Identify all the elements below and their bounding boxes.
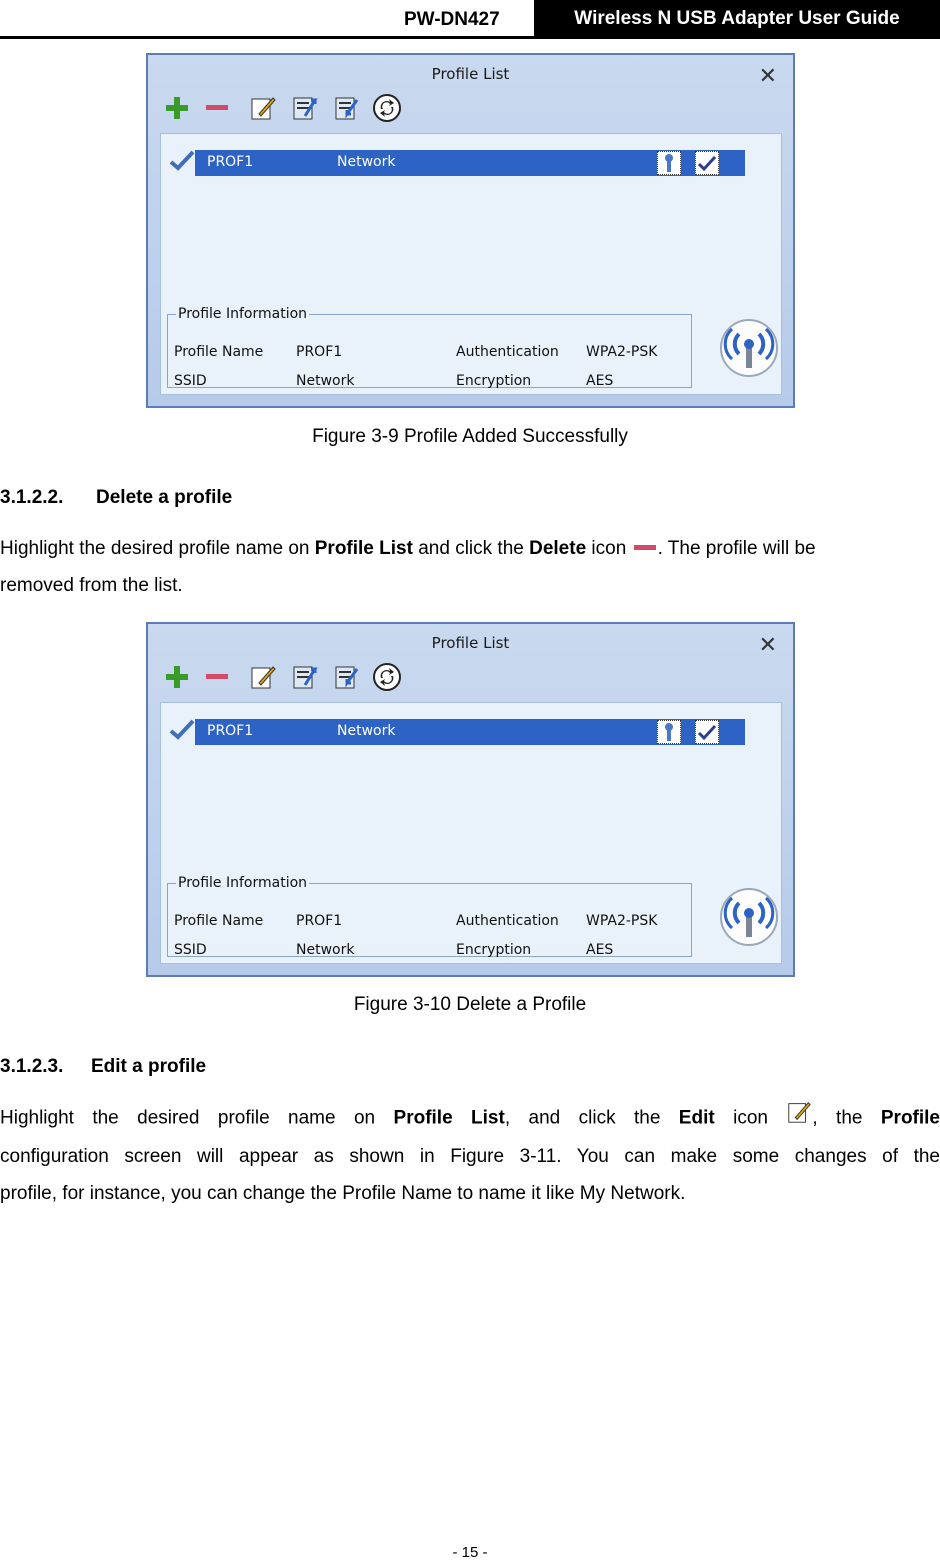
profile-row[interactable]: PROF1 Network: [195, 150, 745, 176]
wireless-signal-icon[interactable]: [719, 318, 779, 378]
encryption-label: Encryption: [456, 373, 532, 389]
header-title: Wireless N USB Adapter User Guide: [534, 0, 940, 37]
window-titlebar: Profile List ✕: [148, 624, 793, 664]
header-rule: [0, 36, 940, 39]
authentication-value: WPA2-PSK: [586, 913, 658, 929]
authentication-value: WPA2-PSK: [586, 344, 658, 360]
text-run: , and click the: [504, 1107, 679, 1129]
export-icon[interactable]: [332, 662, 362, 692]
figure-3-9-caption: Figure 3-9 Profile Added Successfully: [312, 426, 628, 447]
ssid-value: Network: [296, 942, 355, 958]
key-icon: [657, 720, 681, 744]
profile-row-ssid: Network: [337, 723, 396, 739]
ssid-value: Network: [296, 373, 355, 389]
key-icon: [657, 151, 681, 175]
import-icon[interactable]: [290, 662, 320, 692]
profile-list-panel: PROF1 Network Profile Information Profil…: [160, 702, 782, 964]
scan-icon[interactable]: [372, 93, 402, 123]
section-heading-edit: 3.1.2.3. Edit a profile: [0, 1056, 206, 1078]
profile-row-name: PROF1: [207, 154, 254, 170]
profile-information-group: Profile Information Profile Name PROF1 A…: [167, 875, 692, 958]
edit-icon[interactable]: [248, 93, 278, 123]
text-run: icon: [714, 1107, 787, 1129]
ssid-label: SSID: [174, 942, 207, 958]
profile-row[interactable]: PROF1 Network: [195, 719, 745, 745]
ssid-label: SSID: [174, 373, 207, 389]
profile-row-name: PROF1: [207, 723, 254, 739]
profile-name-value: PROF1: [296, 344, 343, 360]
text-run: icon: [586, 538, 632, 559]
scan-icon[interactable]: [372, 662, 402, 692]
delete-paragraph: Highlight the desired profile name on Pr…: [0, 530, 940, 604]
profile-list-window-figure-3-10: Profile List ✕ PROF1 Network Profile Inf…: [146, 622, 795, 977]
page-number: - 15 -: [452, 1544, 488, 1561]
edit-icon: [786, 1099, 812, 1138]
header-model: PW-DN427: [404, 9, 500, 30]
profile-row-ssid: Network: [337, 154, 396, 170]
section-number: 3.1.2.2.: [0, 487, 64, 508]
connect-icon: [695, 720, 719, 744]
active-check-icon: [169, 717, 195, 743]
bold-run: Profile List: [314, 538, 413, 559]
profile-information-legend: Profile Information: [178, 875, 308, 891]
window-titlebar: Profile List ✕: [148, 55, 793, 95]
bold-run: Edit: [678, 1107, 715, 1129]
encryption-value: AES: [586, 942, 614, 958]
active-check-icon: [169, 148, 195, 174]
profile-name-value: PROF1: [296, 913, 343, 929]
window-title: Profile List: [431, 634, 510, 652]
encryption-label: Encryption: [456, 942, 532, 958]
text-run: , the: [812, 1107, 881, 1129]
edit-paragraph: Highlight the desired profile name on Pr…: [0, 1099, 940, 1212]
authentication-label: Authentication: [456, 913, 559, 929]
close-icon[interactable]: ✕: [759, 632, 777, 658]
export-icon[interactable]: [332, 93, 362, 123]
paragraph-line: configuration screen will appear as show…: [0, 1146, 940, 1167]
delete-icon[interactable]: [202, 662, 232, 692]
profile-information-legend: Profile Information: [178, 306, 308, 322]
add-icon[interactable]: [162, 662, 192, 692]
add-icon[interactable]: [162, 93, 192, 123]
section-title: Edit a profile: [91, 1056, 207, 1077]
paragraph-line: profile, for instance, you can change th…: [0, 1183, 686, 1204]
paragraph-line: Highlight the desired profile name on Pr…: [0, 1099, 940, 1138]
text-run: Highlight the desired profile name on: [0, 1107, 394, 1129]
authentication-label: Authentication: [456, 344, 559, 360]
connect-icon: [695, 151, 719, 175]
figure-3-10-caption: Figure 3-10 Delete a Profile: [353, 994, 587, 1015]
profile-name-label: Profile Name: [174, 344, 264, 360]
section-heading-delete: 3.1.2.2. Delete a profile: [0, 487, 232, 509]
bold-run: Profile: [880, 1107, 940, 1129]
delete-icon: [632, 530, 658, 567]
profile-list-panel: PROF1 Network Profile Information Profil…: [160, 133, 782, 395]
close-icon[interactable]: ✕: [759, 63, 777, 89]
bold-run: Profile List: [393, 1107, 505, 1129]
edit-icon[interactable]: [248, 662, 278, 692]
profile-information-group: Profile Information Profile Name PROF1 A…: [167, 306, 692, 389]
page-header: PW-DN427 Wireless N USB Adapter User Gui…: [0, 0, 940, 40]
section-title: Delete a profile: [96, 487, 233, 508]
window-title: Profile List: [431, 65, 510, 83]
text-run: . The profile will be: [657, 538, 816, 559]
text-run: Highlight the desired profile name on: [0, 538, 315, 559]
encryption-value: AES: [586, 373, 614, 389]
paragraph-line: removed from the list.: [0, 575, 183, 597]
text-run: and click the: [412, 538, 530, 559]
profile-list-window-figure-3-9: Profile List ✕ PROF1 Network Profile Inf…: [146, 53, 795, 408]
wireless-signal-icon[interactable]: [719, 887, 779, 947]
paragraph-line: Highlight the desired profile name on Pr…: [0, 530, 940, 567]
profile-name-label: Profile Name: [174, 913, 264, 929]
import-icon[interactable]: [290, 93, 320, 123]
section-number: 3.1.2.3.: [0, 1056, 64, 1077]
bold-run: Delete: [529, 538, 587, 559]
delete-icon[interactable]: [202, 93, 232, 123]
